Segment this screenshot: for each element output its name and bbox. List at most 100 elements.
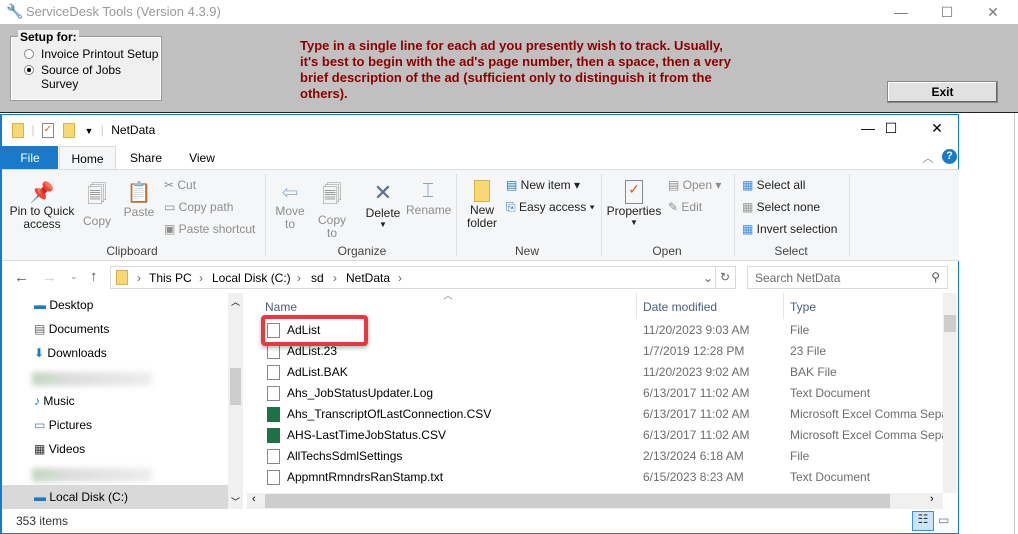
file-row[interactable]: AdList.BAK 11/20/2023 9:02 AM BAK File [247,362,943,383]
large-icons-view-button[interactable]: ▭ [938,513,949,527]
music-note-icon: ♪ [34,394,40,408]
scroll-left-icon[interactable]: ‹ [252,493,256,505]
nav-item-desktop[interactable]: ▬ Desktop [34,293,93,317]
file-type: Text Document [790,470,871,484]
tab-home[interactable]: Home [59,146,116,171]
file-list: ︿ Name Date modified Type AdList 11/20/20… [247,291,957,509]
refresh-icon[interactable]: ↻ [720,270,730,284]
customize-dropdown-icon[interactable]: ▼ [85,126,94,136]
file-date: 11/20/2023 9:02 AM [643,365,750,379]
radio-invoice-printout[interactable] [24,49,34,59]
file-row[interactable]: AllTechsSdmlSettings 2/13/2024 6:18 AM Fil… [247,446,943,467]
quick-access-toolbar: | ✓ ▼ | NetData [12,123,156,139]
recent-locations-dropdown[interactable]: ⌄ [70,271,78,282]
file-date: 11/20/2023 9:03 AM [643,323,750,337]
nav-item-videos[interactable]: ▦ Videos [34,437,85,461]
radio-label[interactable]: Invoice Printout Setup [41,47,158,61]
copy-to-button[interactable]: 🗐 Copy to [314,180,350,240]
search-input[interactable]: Search NetData ⚲ [747,266,948,289]
file-row[interactable]: Ahs_TranscriptOfLastConnection.CSV 6/13/2… [247,404,943,425]
explorer-close-button[interactable]: ✕ [914,118,960,138]
breadcrumb-sd[interactable]: sd [311,271,324,285]
nav-item-documents[interactable]: ▤ Documents [34,317,109,341]
back-button[interactable]: ← [14,269,29,286]
file-explorer-window: | ✓ ▼ | NetData — ☐ ✕ File Home Share Vi… [0,114,959,534]
scroll-right-icon[interactable]: › [930,493,934,505]
nav-scrollbar[interactable]: ︿ ﹀ [228,293,243,509]
paste-button[interactable]: 📋 Paste [122,180,156,219]
horizontal-scrollbar[interactable]: ‹ › [247,493,943,509]
up-button[interactable]: ↑ [90,268,98,285]
new-item-button[interactable]: ▤ New item ▾ [506,178,580,192]
file-type: Text Document [790,386,871,400]
window-title: NetData [111,123,156,137]
details-view-button[interactable]: ☷ [912,511,934,531]
move-to-button[interactable]: ⇦ Move to [272,180,308,231]
clipboard-icon: 📋 [126,182,152,204]
maximize-button[interactable]: ☐ [924,2,970,22]
setup-panel: Setup for: Invoice Printout Setup Source… [0,24,1018,113]
open-button[interactable]: ▤ Open ▾ [668,178,721,192]
chevron-right-icon: › [333,271,337,285]
minimize-button[interactable]: — [878,2,924,22]
blurred-nav-item [32,468,152,482]
help-icon[interactable]: ? [942,149,957,164]
scrollbar-thumb[interactable] [265,494,890,508]
vertical-scrollbar[interactable] [943,293,957,493]
properties-button[interactable]: ✓ Properties ▼ [606,180,662,227]
paste-shortcut-button[interactable]: ▣ Paste shortcut [164,222,255,236]
invert-selection-button[interactable]: ▦ Invert selection [742,222,837,236]
tab-view[interactable]: View [176,146,228,170]
cut-button[interactable]: ✂ Cut [164,178,196,192]
easy-access-button[interactable]: ⎘ Easy access ▾ [506,200,595,215]
new-folder-icon[interactable] [63,123,76,139]
exit-button[interactable]: Exit [887,81,998,103]
properties-icon[interactable]: ✓ [41,123,54,139]
file-row[interactable]: AppmntRmndrsRanStamp.txt 6/15/2023 8:23 A… [247,467,943,488]
pin-to-quick-access-button[interactable]: 📌 Pin to Quick access [8,180,76,231]
column-header-date-modified[interactable]: Date modified [643,300,717,314]
file-icon [267,449,280,464]
explorer-maximize-button[interactable]: ☐ [868,118,914,138]
collapse-ribbon-icon[interactable]: ︿ [922,149,934,166]
group-label-new: New [514,244,539,258]
address-bar[interactable]: › This PC › Local Disk (C:) › sd › NetDa… [110,266,736,289]
close-button[interactable]: ✕ [970,2,1016,22]
radio-label[interactable]: Source of Jobs Survey [41,63,160,91]
tab-share[interactable]: Share [120,146,172,170]
rename-button[interactable]: ⌶ Rename [406,180,451,217]
text-icon [267,470,280,485]
address-dropdown-icon[interactable]: ⌄ [703,271,713,285]
scrollbar-thumb[interactable] [944,315,956,332]
new-folder-button[interactable]: New folder [462,180,502,230]
edit-button[interactable]: ✎ Edit [668,200,702,214]
download-arrow-icon: ⬇ [34,346,45,360]
delete-button[interactable]: ✕ Delete ▼ [364,180,402,229]
radio-source-of-jobs[interactable] [24,65,34,75]
nav-item-local-disk-label[interactable]: ▬ Local Disk (C:) [34,485,128,509]
scroll-down-icon[interactable]: ﹀ [231,495,240,508]
blurred-nav-item [32,372,152,386]
file-row[interactable]: AHS-LastTimeJobStatus.CSV 6/13/2017 11:02… [247,425,943,446]
scrollbar-thumb[interactable] [230,368,241,405]
file-date: 6/13/2017 11:02 AM [643,428,750,442]
column-header-type[interactable]: Type [790,300,816,314]
copy-path-button[interactable]: ▭ Copy path [164,200,233,214]
copy-button[interactable]: 🗐 Copy [80,180,114,228]
breadcrumb-this-pc[interactable]: This PC [149,271,192,285]
scroll-up-icon[interactable]: ︿ [231,295,240,308]
videos-icon: ▦ [34,442,46,456]
nav-item-downloads[interactable]: ⬇ Downloads [34,341,107,365]
select-all-button[interactable]: ▦ Select all [742,178,805,192]
app-title-bar: 🔧 ServiceDesk Tools (Version 4.3.9) — ☐ … [0,0,1018,24]
tab-file[interactable]: File [2,146,58,170]
group-label-open: Open [652,244,682,258]
forward-button[interactable]: → [42,269,57,286]
select-none-button[interactable]: ▦ Select none [742,200,820,214]
column-header-name[interactable]: Name [265,300,297,314]
nav-item-pictures[interactable]: ▭ Pictures [34,413,92,437]
file-row[interactable]: Ahs_JobStatusUpdater.Log 6/13/2017 11:02 … [247,383,943,404]
nav-item-music[interactable]: ♪ Music [34,389,75,413]
breadcrumb-local-disk[interactable]: Local Disk (C:) [212,271,291,285]
breadcrumb-netdata[interactable]: NetData [346,271,390,285]
